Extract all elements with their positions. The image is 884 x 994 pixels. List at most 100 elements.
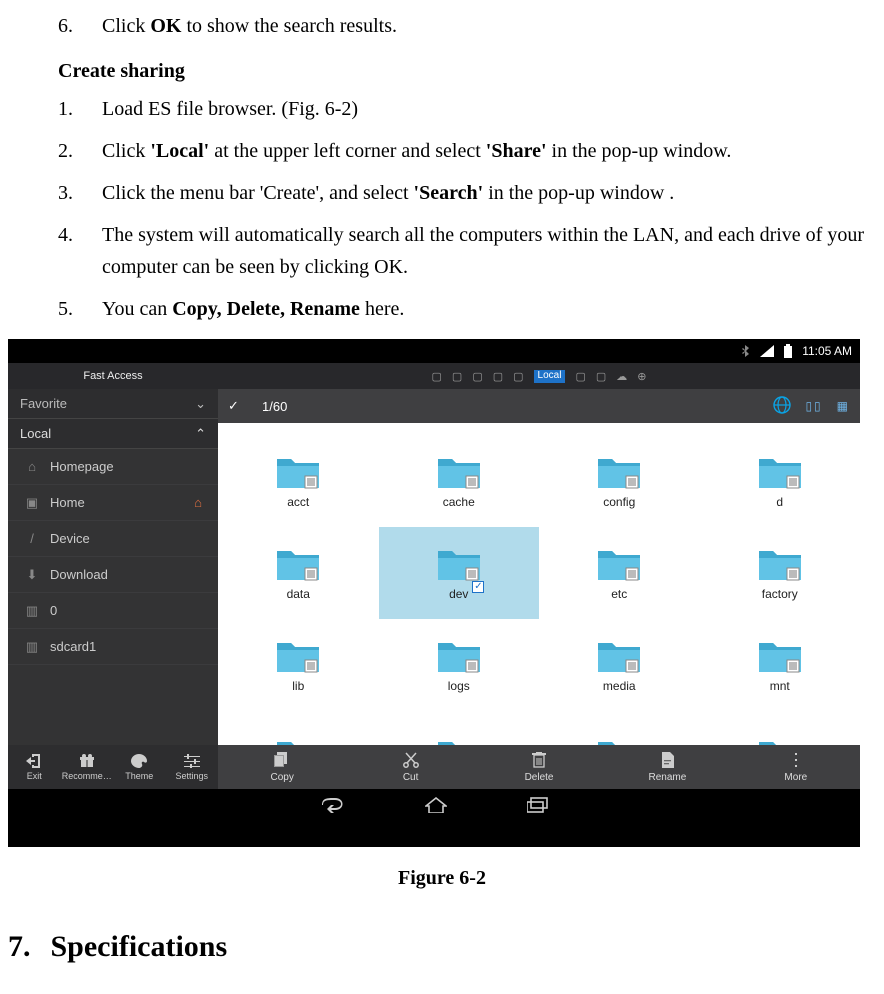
folder-label: etc bbox=[611, 587, 627, 601]
sidebar-item-device[interactable]: / Device bbox=[8, 521, 218, 557]
folder-item[interactable] bbox=[218, 711, 379, 745]
bluetooth-icon bbox=[742, 345, 750, 357]
figure-caption: Figure 6-2 bbox=[0, 867, 884, 890]
ab-label: Rename bbox=[649, 772, 687, 783]
status-bar: 11:05 AM bbox=[8, 339, 860, 363]
sidebar-item-label: Device bbox=[50, 531, 90, 546]
folder-item[interactable]: d bbox=[700, 435, 861, 527]
tab-row: ▢ ▢ ▢ ▢ ▢ Local ▢ ▢ ☁ ⊕ bbox=[218, 370, 860, 383]
folder-label: acct bbox=[287, 495, 309, 509]
folder-item[interactable]: factory bbox=[700, 527, 861, 619]
folder-item[interactable]: config bbox=[539, 435, 700, 527]
tab-icon[interactable]: ▢ bbox=[432, 370, 442, 383]
home-button[interactable] bbox=[425, 797, 447, 816]
sidebar-item-label: 0 bbox=[50, 603, 57, 618]
ab-label: More bbox=[784, 772, 807, 783]
folder-item[interactable]: cache bbox=[379, 435, 540, 527]
step-5: 5. You can Copy, Delete, Rename here. bbox=[58, 293, 884, 325]
tab-icon[interactable]: ▢ bbox=[493, 370, 503, 383]
tab-icon[interactable]: ⊕ bbox=[637, 370, 646, 383]
folder-item[interactable] bbox=[379, 711, 540, 745]
delete-button[interactable]: Delete bbox=[475, 745, 603, 789]
download-icon: ⬇ bbox=[24, 567, 40, 583]
ab-label: Delete bbox=[525, 772, 554, 783]
folder-item[interactable] bbox=[539, 711, 700, 745]
folder-item[interactable]: media bbox=[539, 619, 700, 711]
folder-icon bbox=[275, 546, 321, 584]
folder-icon bbox=[596, 454, 642, 492]
step-text: The system will automatically search all… bbox=[102, 219, 884, 283]
ab-label: Copy bbox=[271, 772, 294, 783]
tab-icon[interactable]: ▢ bbox=[452, 370, 462, 383]
action-bar: Copy Cut Delete bbox=[218, 745, 860, 789]
step-text: Click OK to show the search results. bbox=[102, 10, 397, 42]
home-marker-icon: ⌂ bbox=[194, 495, 202, 510]
folder-label: data bbox=[287, 587, 310, 601]
back-button[interactable] bbox=[319, 797, 345, 816]
view-tiles-icon[interactable]: ▦ bbox=[837, 399, 850, 413]
sd-icon: ▥ bbox=[24, 639, 40, 655]
tab-icon[interactable]: ▢ bbox=[472, 370, 482, 383]
sidebar-item-0[interactable]: ▥ 0 bbox=[8, 593, 218, 629]
rename-icon bbox=[660, 752, 674, 771]
palette-icon bbox=[131, 754, 147, 770]
sidebar-item-home[interactable]: ▣ Home ⌂ bbox=[8, 485, 218, 521]
folder-item[interactable]: mnt bbox=[700, 619, 861, 711]
gift-icon bbox=[80, 754, 94, 770]
sidebar-item-sdcard1[interactable]: ▥ sdcard1 bbox=[8, 629, 218, 665]
chevron-up-icon: ⌃ bbox=[195, 426, 206, 442]
sidebar-local[interactable]: Local ⌃ bbox=[8, 419, 218, 449]
section-7-heading: 7. Specifications bbox=[8, 930, 884, 964]
step-num: 5. bbox=[58, 293, 78, 325]
rename-button[interactable]: Rename bbox=[603, 745, 731, 789]
step-text: Load ES file browser. (Fig. 6-2) bbox=[102, 93, 358, 125]
tab-icon[interactable]: ▢ bbox=[575, 370, 585, 383]
cut-button[interactable]: Cut bbox=[346, 745, 474, 789]
selection-counter: 1/60 bbox=[262, 399, 287, 414]
title-bar: Fast Access ▢ ▢ ▢ ▢ ▢ Local ▢ ▢ ☁ ⊕ bbox=[8, 363, 860, 389]
check-icon[interactable]: ✓ bbox=[228, 398, 248, 414]
tab-icon[interactable]: ☁ bbox=[616, 370, 627, 383]
slash-icon: / bbox=[24, 531, 40, 546]
sidebar-bottom: Exit Recomme… Theme bbox=[8, 745, 218, 789]
copy-button[interactable]: Copy bbox=[218, 745, 346, 789]
folder-item[interactable] bbox=[700, 711, 861, 745]
tab-icon[interactable]: ▢ bbox=[513, 370, 523, 383]
folder-item[interactable]: acct bbox=[218, 435, 379, 527]
sd-icon: ▥ bbox=[24, 603, 40, 619]
step-text: Click 'Local' at the upper left corner a… bbox=[102, 135, 731, 167]
more-icon bbox=[793, 752, 799, 771]
view-grid-icon[interactable]: ▯▯ bbox=[805, 399, 822, 413]
sidebar-item-download[interactable]: ⬇ Download bbox=[8, 557, 218, 593]
local-tab[interactable]: Local bbox=[534, 370, 566, 383]
folder-label: config bbox=[603, 495, 635, 509]
folder-icon bbox=[275, 454, 321, 492]
sidebar-favorite[interactable]: Favorite ⌄ bbox=[8, 389, 218, 419]
more-button[interactable]: More bbox=[732, 745, 860, 789]
folder-label: logs bbox=[448, 679, 470, 693]
folder-grid: acct cache config d data dev✓ etc factory lib log… bbox=[218, 423, 860, 745]
step-3: 3. Click the menu bar 'Create', and sele… bbox=[58, 177, 884, 209]
battery-icon bbox=[784, 344, 792, 358]
folder-icon bbox=[596, 546, 642, 584]
folder-icon bbox=[436, 454, 482, 492]
exit-button[interactable]: Exit bbox=[8, 745, 61, 789]
recommend-button[interactable]: Recomme… bbox=[61, 745, 114, 789]
globe-icon[interactable] bbox=[773, 396, 791, 417]
step-num: 4. bbox=[58, 219, 78, 283]
sidebar-item-label: Download bbox=[50, 567, 108, 582]
folder-item[interactable]: lib bbox=[218, 619, 379, 711]
settings-button[interactable]: Settings bbox=[166, 745, 219, 789]
step-num: 3. bbox=[58, 177, 78, 209]
step-1: 1. Load ES file browser. (Fig. 6-2) bbox=[58, 93, 884, 125]
folder-item[interactable]: etc bbox=[539, 527, 700, 619]
theme-button[interactable]: Theme bbox=[113, 745, 166, 789]
tab-icon[interactable]: ▢ bbox=[596, 370, 606, 383]
sidebar-item-homepage[interactable]: ⌂ Homepage bbox=[8, 449, 218, 485]
recent-button[interactable] bbox=[527, 797, 549, 816]
sidebar: Favorite ⌄ Local ⌃ ⌂ Homepage ▣ Home ⌂ bbox=[8, 389, 218, 789]
folder-icon: ▣ bbox=[24, 495, 40, 511]
folder-item[interactable]: logs bbox=[379, 619, 540, 711]
folder-item[interactable]: dev✓ bbox=[379, 527, 540, 619]
folder-item[interactable]: data bbox=[218, 527, 379, 619]
